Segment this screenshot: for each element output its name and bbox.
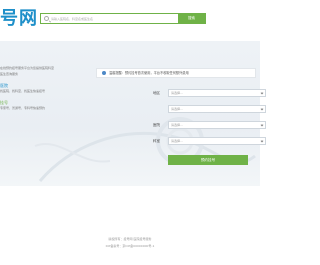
hospital-row: 医院 请选择... [120, 120, 266, 132]
region-select[interactable]: 请选择... [168, 89, 266, 97]
hospital-select[interactable]: 请选择... [168, 121, 266, 129]
intro-line: 在线预约挂号服务平台为您提供医院科室 [0, 66, 55, 70]
search-icon [44, 16, 49, 21]
hospital-select-value: 请选择... [171, 123, 183, 127]
feature-line: 专家号、普通号、专科号快速预约 [0, 106, 46, 110]
department-label: 科室 [153, 139, 160, 143]
region-label: 地区 [153, 91, 160, 95]
site-logo[interactable]: 号网 [0, 9, 38, 29]
info-icon [102, 71, 106, 75]
region-select-value: 请选择... [171, 91, 183, 95]
feature-line: 找医院、找科室、找医生快速挂号 [0, 89, 46, 93]
notice-text: 温馨提醒：预约挂号首次使用，平台不收取任何额外费用 [109, 71, 189, 75]
city-select-value: 请选择... [171, 107, 183, 111]
footer-copyright: 版权所有：挂号网 医院挂号服务 [108, 237, 152, 241]
footer: 版权所有：挂号网 医院挂号服务 ICP备案号：京ICP备00000000号-1 [0, 236, 260, 250]
intro-line: 医生查询服务 [0, 72, 19, 76]
hospital-label: 医院 [153, 123, 160, 127]
search-button[interactable]: 搜索 [178, 14, 205, 23]
intro-panel: 在线预约挂号服务平台为您提供医院科室 医生查询服务 医院 找医院、找科室、找医生… [0, 66, 80, 112]
chevron-down-icon [260, 139, 264, 143]
department-select-value: 请选择... [171, 139, 183, 143]
department-row: 科室 请选择... [120, 136, 266, 148]
chevron-down-icon [260, 107, 264, 111]
city-row: 请选择... [120, 104, 266, 116]
notice-bar: 温馨提醒：预约挂号首次使用，平台不收取任何额外费用 [96, 68, 256, 78]
chevron-down-icon [260, 91, 264, 95]
region-row: 地区 请选择... [120, 88, 266, 100]
search-box: 搜索 [40, 13, 206, 24]
city-select[interactable]: 请选择... [168, 105, 266, 113]
chevron-down-icon [260, 123, 264, 127]
page: 号网 搜索 在线预约挂号服务平台为您提供医院科室 医生查询服务 医院 找医院、找… [0, 0, 266, 265]
book-appointment-button[interactable]: 预约挂号 [168, 155, 248, 165]
search-input[interactable] [51, 14, 177, 23]
header: 号网 搜索 [0, 0, 260, 40]
department-select[interactable]: 请选择... [168, 137, 266, 145]
footer-icp: ICP备案号：京ICP备00000000号-1 [105, 244, 155, 248]
